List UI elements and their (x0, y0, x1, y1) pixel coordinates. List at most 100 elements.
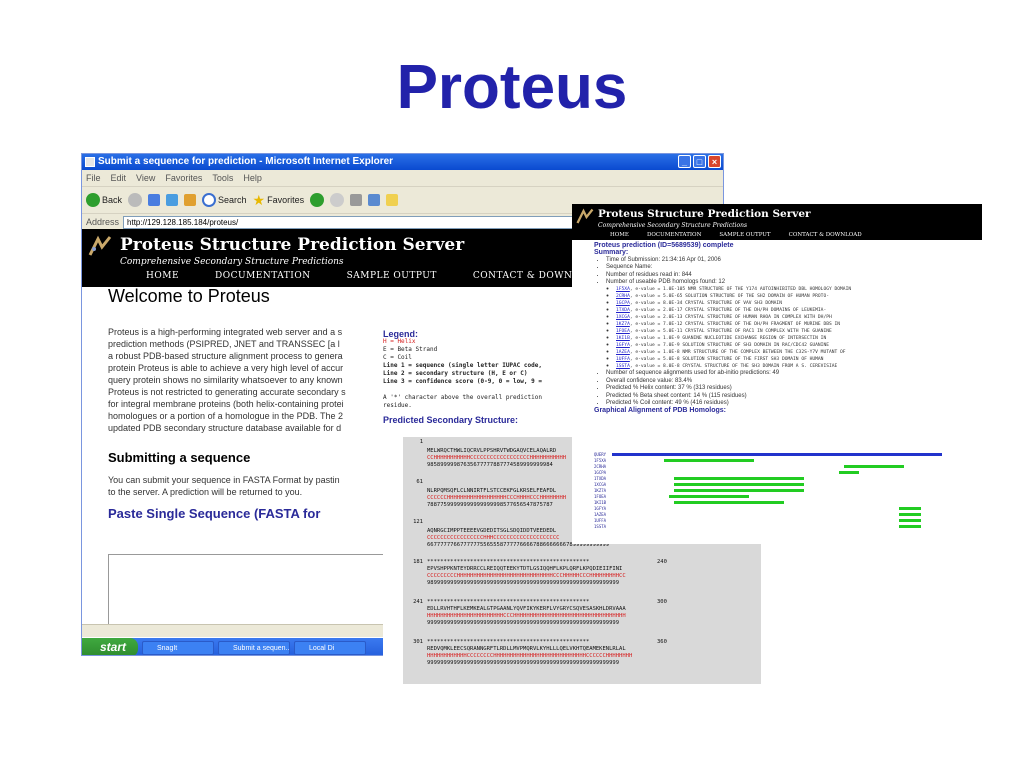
minimize-button[interactable]: _ (678, 155, 691, 168)
favorites-label: Favorites (267, 195, 305, 205)
homolog-link[interactable]: 1KZ7A (616, 322, 630, 327)
search-button[interactable]: Search (202, 193, 247, 207)
task-snagit[interactable]: SnagIt (142, 640, 214, 655)
nav-documentation[interactable]: DOCUMENTATION (215, 271, 311, 281)
nav-contact-download[interactable]: CONTACT & DOWNLOAD (789, 232, 862, 238)
edit-icon[interactable] (368, 194, 381, 206)
homolog-link[interactable]: 1UFFA (616, 357, 630, 362)
homolog-desc: , e-value = 8.0E-34 CRYSTAL STRUCTURE OF… (629, 301, 782, 307)
legend-line: Line 3 = confidence score (0-9, 0 = low,… (383, 378, 542, 385)
address-label: Address (86, 217, 120, 227)
align-label: 1GFYA (594, 506, 607, 511)
homolog-desc: , e-value = 1.0E-9 GUANINE NUCLEOTIDE EX… (629, 336, 827, 342)
homolog-link[interactable]: 1KI1B (616, 336, 630, 341)
homolog-link[interactable]: 1FOEA (616, 329, 630, 334)
alignment-bar (844, 465, 904, 468)
results-site-subtitle: Comprehensive Secondary Structure Predic… (598, 222, 748, 229)
window-title: Submit a sequence for prediction - Micro… (98, 156, 394, 167)
block-start: 241 (413, 599, 423, 605)
close-button[interactable]: × (708, 155, 721, 168)
align-label: 1KZ7A (594, 488, 607, 493)
homolog-item: 1XCGA, e-value = 2.0E-13 CRYSTAL STRUCTU… (616, 314, 974, 321)
stats-item: Overall confidence value: 83.4% (606, 378, 974, 385)
summary-item: Number of residues read in: 844 (606, 272, 974, 279)
menu-view[interactable]: View (136, 170, 155, 186)
slide-title: Proteus (396, 53, 628, 122)
sequence-line: REDVQMKLEECSQRANNGRFTLRDLLMVPMQRVLKYHLLL… (427, 646, 626, 652)
block-end: 240 (657, 559, 667, 565)
nav-sample-output[interactable]: SAMPLE OUTPUT (719, 232, 770, 238)
menu-file[interactable]: File (86, 170, 101, 186)
homolog-item: 1F5XA, e-value = 1.0E-105 NMR STRUCTURE … (616, 286, 974, 293)
maximize-button[interactable]: □ (693, 155, 706, 168)
alignment-graph: QUERY 1F5XA 2CRHA 1GCPA 1TXDA 1XCGA 1KZ7… (594, 452, 974, 542)
nav-home[interactable]: HOME (610, 232, 629, 238)
nav-sample-output[interactable]: SAMPLE OUTPUT (347, 271, 437, 281)
site-subtitle: Comprehensive Secondary Structure Predic… (120, 257, 344, 267)
block-start: 301 (413, 639, 423, 645)
forward-arrow-icon[interactable] (128, 193, 143, 207)
menu-edit[interactable]: Edit (111, 170, 127, 186)
proteus-logo-icon (88, 235, 112, 256)
menu-tools[interactable]: Tools (212, 170, 233, 186)
mail-icon[interactable] (330, 193, 345, 207)
legend-line: residue. (383, 402, 412, 409)
legend-line: Line 1 = sequence (single letter IUPAC c… (383, 362, 542, 369)
nav-home[interactable]: HOME (146, 271, 179, 281)
back-button[interactable]: Back (86, 193, 122, 207)
homolog-item: 1AZEA, e-value = 1.0E-8 NMR STRUCTURE OF… (616, 349, 974, 356)
stop-icon[interactable] (148, 194, 161, 206)
stats-item: Predicted % Coil content: 49 % (416 resi… (606, 400, 974, 407)
search-icon (202, 193, 217, 207)
print-icon[interactable] (350, 194, 363, 206)
homolog-link[interactable]: 1GCPA (616, 301, 630, 306)
legend-line: A '*' character above the overall predic… (383, 394, 542, 401)
alignment-bar (899, 525, 921, 528)
block-start: 121 (413, 519, 423, 525)
homolog-desc: , e-value = 7.0E-12 CRYSTAL STRUCTURE OF… (629, 322, 841, 328)
start-button[interactable]: start (82, 638, 138, 655)
home-icon[interactable] (184, 194, 197, 206)
homolog-item: 1UFFA, e-value = 5.0E-8 SOLUTION STRUCTU… (616, 356, 974, 363)
summary-label: Summary: (594, 249, 629, 257)
legend-title: Legend: (383, 329, 418, 339)
legend-line (383, 386, 583, 394)
homolog-link[interactable]: 1GFYA (616, 343, 630, 348)
homolog-link[interactable]: 1XCGA (616, 315, 630, 320)
favorites-button[interactable]: ★ Favorites (253, 192, 305, 209)
alignment-bar (899, 513, 921, 516)
confidence-line: 9999999999999999999999999999999999999999… (427, 660, 620, 666)
legend-line: H = Helix (383, 338, 416, 345)
summary-item: Number of useable PDB homologs found: 12 (606, 279, 974, 286)
homolog-link[interactable]: 1F5XA (616, 287, 630, 292)
history-icon[interactable] (310, 193, 325, 207)
refresh-icon[interactable] (166, 194, 179, 206)
nav-documentation[interactable]: DOCUMENTATION (647, 232, 701, 238)
alignment-bar (839, 471, 859, 474)
homolog-item: 1FOEA, e-value = 5.0E-11 CRYSTAL STRUCTU… (616, 328, 974, 335)
menu-favorites[interactable]: Favorites (165, 170, 202, 186)
alignment-bar (674, 501, 784, 504)
menu-help[interactable]: Help (243, 170, 262, 186)
task-local-disk[interactable]: Local Di (294, 640, 366, 655)
prediction-complete: Proteus prediction (ID=5689539) complete (594, 242, 734, 249)
align-label: 2CRHA (594, 464, 607, 469)
homolog-link[interactable]: 1AZEA (616, 350, 630, 355)
window-titlebar[interactable]: Submit a sequence for prediction - Micro… (82, 154, 723, 170)
ie-app-icon (85, 157, 95, 167)
confidence-line: 9899999999999999999999999999999999999999… (427, 580, 620, 586)
address-input[interactable]: http://129.128.185.184/proteus/ (123, 215, 589, 229)
homolog-link[interactable]: 2CRHA (616, 294, 630, 299)
homolog-link[interactable]: 1TXDA (616, 308, 630, 313)
homolog-desc: , e-value = 8.0E-8 CRYSTAL STRUCTURE OF … (629, 364, 838, 370)
align-label: 1XCGA (594, 482, 607, 487)
star-line: ****************************************… (427, 559, 590, 565)
homolog-link[interactable]: 1SSTA (616, 364, 630, 369)
stats-item: Number of sequence alignments used for a… (606, 370, 974, 377)
folder-icon[interactable] (386, 194, 399, 206)
star-line: ****************************************… (427, 599, 590, 605)
homolog-item: 1GFYA, e-value = 7.0E-9 SOLUTION STRUCTU… (616, 342, 974, 349)
block-start: 61 (416, 479, 423, 485)
homolog-list: 1F5XA, e-value = 1.0E-105 NMR STRUCTURE … (594, 286, 974, 370)
task-submit-sequence[interactable]: Submit a sequen... (218, 640, 290, 655)
